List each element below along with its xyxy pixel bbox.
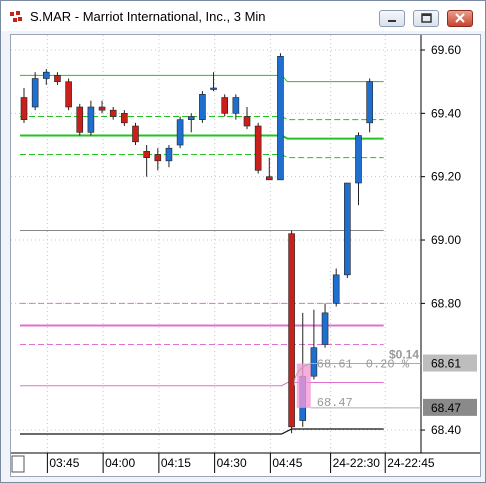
y-tick-label: 69.60 <box>431 43 461 57</box>
candle-up <box>87 106 95 133</box>
y-tick-label: 68.80 <box>431 296 461 310</box>
indicator-line-ma_pink <box>20 382 384 387</box>
candle-up <box>176 119 184 146</box>
candle-up <box>199 94 206 120</box>
candle-up <box>210 87 217 90</box>
candle-down <box>109 109 117 117</box>
candle-down <box>254 125 262 171</box>
indicator-line-ma_green <box>20 74 384 83</box>
range-change-label: $0.14 <box>389 348 419 362</box>
title-bar[interactable]: S.MAR - Marriot International, Inc., 3 M… <box>1 1 485 31</box>
x-tick-label: 04:45 <box>272 456 302 470</box>
x-tick-label: 03:45 <box>49 456 79 470</box>
range-low-label: 68.47 <box>317 396 353 410</box>
candle-down <box>20 97 28 120</box>
candle-down <box>154 154 162 162</box>
indicator-line-ma_green <box>20 154 384 159</box>
close-button[interactable] <box>447 10 473 27</box>
candle-down <box>243 116 251 127</box>
restore-button[interactable] <box>413 10 439 27</box>
baseline-line <box>20 428 384 435</box>
candle-down <box>65 81 72 108</box>
candle-up <box>344 182 351 276</box>
chart-window: S.MAR - Marriot International, Inc., 3 M… <box>0 0 486 483</box>
x-tick-label: 04:15 <box>161 456 191 470</box>
candle-up <box>332 274 340 304</box>
candle-up <box>277 56 284 181</box>
close-icon <box>455 13 465 23</box>
candle-down <box>121 113 128 124</box>
candle-up <box>187 116 195 120</box>
indicator-lines <box>20 74 384 435</box>
y-tick-label: 69.40 <box>431 106 461 120</box>
candle-up <box>42 71 50 79</box>
candles <box>20 53 373 434</box>
y-tick-label: 68.40 <box>431 423 461 437</box>
candle-down <box>143 151 150 158</box>
price-marker-label: 68.47 <box>431 401 461 415</box>
price-chart[interactable]: 69.60 69.40 69.20 69.00 68.80 68.40 68.61 68.47… <box>11 35 480 476</box>
restore-icon <box>421 13 432 23</box>
candle-up <box>366 81 373 124</box>
x-tick-label: 04:30 <box>217 456 247 470</box>
indicator-line-ma_green <box>20 134 384 140</box>
candle-down <box>266 176 273 181</box>
y-tick-label: 69.00 <box>431 233 461 247</box>
candle-up <box>31 78 39 108</box>
grid <box>11 35 421 453</box>
window-title: S.MAR - Marriot International, Inc., 3 M… <box>30 9 266 24</box>
candle-down <box>221 97 228 114</box>
x-tick-label: 24-22:30 <box>333 456 381 470</box>
candle-down <box>54 75 61 82</box>
chart-area[interactable]: 69.60 69.40 69.20 69.00 68.80 68.40 68.61 68.47… <box>10 34 481 477</box>
price-marker-label: 68.61 <box>431 357 461 371</box>
candle-down <box>132 125 139 143</box>
x-tick-label: 04:00 <box>105 456 135 470</box>
y-tick-label: 69.20 <box>431 170 461 184</box>
candle-up <box>321 312 329 345</box>
minimize-button[interactable] <box>379 10 405 27</box>
candle-down <box>76 106 84 133</box>
x-tick-label: 24-22:45 <box>387 456 435 470</box>
minimize-icon <box>388 20 396 22</box>
candle-down <box>98 106 106 111</box>
range-high-label: 68.61 <box>317 358 353 372</box>
y-axis: 69.60 69.40 69.20 69.00 68.80 68.40 68.61 68.47 <box>421 43 477 437</box>
app-icon <box>10 11 22 22</box>
candle-down <box>288 233 295 428</box>
candle-up <box>355 135 362 184</box>
candle-up <box>232 97 240 114</box>
x-axis: 03:45 04:00 04:15 04:30 04:45 24-22:30 24-22:4… <box>46 453 435 473</box>
scroll-handle[interactable] <box>11 455 25 473</box>
candle-up <box>165 147 173 162</box>
